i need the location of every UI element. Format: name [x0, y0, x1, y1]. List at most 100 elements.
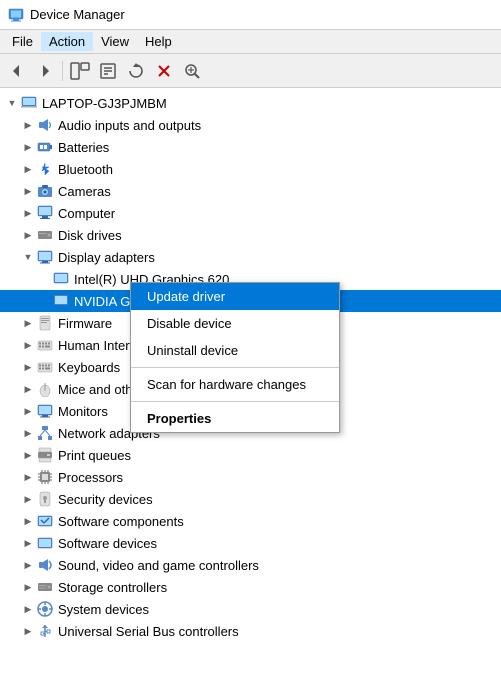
ctx-properties[interactable]: Properties [131, 405, 339, 432]
ctx-scan-changes[interactable]: Scan for hardware changes [131, 371, 339, 398]
expand-icon-firmware: ▶ [20, 315, 36, 331]
expand-icon-softwaredev: ▶ [20, 535, 36, 551]
tree-label-diskdrives: Disk drives [58, 228, 122, 243]
tree-label-batteries: Batteries [58, 140, 109, 155]
tree-label-display: Display adapters [58, 250, 155, 265]
tree-label-usb: Universal Serial Bus controllers [58, 624, 239, 639]
cameras-icon [36, 182, 54, 200]
printqueues-icon [36, 446, 54, 464]
app-icon [8, 7, 24, 23]
laptop-icon [20, 94, 38, 112]
scan-button[interactable] [179, 58, 205, 84]
tree-item-security[interactable]: ▶ Security devices [0, 488, 501, 510]
system-icon [36, 600, 54, 618]
title-text: Device Manager [30, 7, 125, 22]
show-hide-button[interactable] [67, 58, 93, 84]
expand-icon-sound: ▶ [20, 557, 36, 573]
expand-icon-network: ▶ [20, 425, 36, 441]
display-icon [36, 248, 54, 266]
audio-icon [36, 116, 54, 134]
expand-icon-audio: ▶ [20, 117, 36, 133]
menu-view[interactable]: View [93, 32, 137, 51]
expand-icon-bluetooth: ▶ [20, 161, 36, 177]
computer-icon [36, 204, 54, 222]
ctx-sep-1 [131, 367, 339, 368]
softwarecomp-icon [36, 512, 54, 530]
ctx-update-driver[interactable]: Update driver [131, 283, 339, 310]
title-bar: Device Manager [0, 0, 501, 30]
tree-item-sound[interactable]: ▶ Sound, video and game controllers [0, 554, 501, 576]
tree-label-softwaredev: Software devices [58, 536, 157, 551]
menu-action[interactable]: Action [41, 32, 93, 51]
expand-icon-monitors: ▶ [20, 403, 36, 419]
tree-label-printqueues: Print queues [58, 448, 131, 463]
expand-icon-laptop: ▼ [4, 95, 20, 111]
expand-icon-softwarecomp: ▶ [20, 513, 36, 529]
security-icon [36, 490, 54, 508]
tree-item-processors[interactable]: ▶ Proces [0, 466, 501, 488]
tree-item-display[interactable]: ▼ Display adapters [0, 246, 501, 268]
network-icon [36, 424, 54, 442]
tree-item-usb[interactable]: ▶ Universal Serial Bus controllers [0, 620, 501, 642]
ctx-sep-2 [131, 401, 339, 402]
update-button[interactable] [123, 58, 149, 84]
monitors-icon [36, 402, 54, 420]
expand-icon-batteries: ▶ [20, 139, 36, 155]
tree-label-monitors: Monitors [58, 404, 108, 419]
softwaredev-icon [36, 534, 54, 552]
tree-label-security: Security devices [58, 492, 153, 507]
ctx-uninstall-device[interactable]: Uninstall device [131, 337, 339, 364]
forward-button[interactable] [32, 58, 58, 84]
tree-label-laptop: LAPTOP-GJ3PJMBM [42, 96, 167, 111]
storage-icon [36, 578, 54, 596]
tree-label-audio: Audio inputs and outputs [58, 118, 201, 133]
tree-label-keyboards: Keyboards [58, 360, 120, 375]
expand-icon-diskdrives: ▶ [20, 227, 36, 243]
mice-icon [36, 380, 54, 398]
expand-icon-cameras: ▶ [20, 183, 36, 199]
menu-help[interactable]: Help [137, 32, 180, 51]
sound-icon [36, 556, 54, 574]
tree-item-bluetooth[interactable]: ▶ Bluetooth [0, 158, 501, 180]
back-button[interactable] [4, 58, 30, 84]
tree-item-laptop[interactable]: ▼ LAPTOP-GJ3PJMBM [0, 92, 501, 114]
tree-item-system[interactable]: ▶ System devices [0, 598, 501, 620]
tree-label-firmware: Firmware [58, 316, 112, 331]
tree-item-audio[interactable]: ▶ Audio inputs and outputs [0, 114, 501, 136]
tree-item-softwarecomp[interactable]: ▶ Software components [0, 510, 501, 532]
tree-item-softwaredev[interactable]: ▶ Software devices [0, 532, 501, 554]
tree-item-printqueues[interactable]: ▶ Print queues [0, 444, 501, 466]
menu-file[interactable]: File [4, 32, 41, 51]
batteries-icon [36, 138, 54, 156]
tree-label-cameras: Cameras [58, 184, 111, 199]
expand-icon-mice: ▶ [20, 381, 36, 397]
tree-label-storage: Storage controllers [58, 580, 167, 595]
tree-item-batteries[interactable]: ▶ Batteries [0, 136, 501, 158]
tree-item-storage[interactable]: ▶ Storage controllers [0, 576, 501, 598]
tree-label-system: System devices [58, 602, 149, 617]
tree-item-diskdrives[interactable]: ▶ Disk drives [0, 224, 501, 246]
diskdrives-icon [36, 226, 54, 244]
expand-icon-computer: ▶ [20, 205, 36, 221]
uninstall-button[interactable] [151, 58, 177, 84]
expand-icon-system: ▶ [20, 601, 36, 617]
tree-item-computer[interactable]: ▶ Computer [0, 202, 501, 224]
intel-icon [52, 270, 70, 288]
bluetooth-icon [36, 160, 54, 178]
properties-button[interactable] [95, 58, 121, 84]
tree-label-computer: Computer [58, 206, 115, 221]
expand-icon-human: ▶ [20, 337, 36, 353]
toolbar [0, 54, 501, 88]
expand-icon-security: ▶ [20, 491, 36, 507]
nvidia-icon [52, 292, 70, 310]
expand-icon-processors: ▶ [20, 469, 36, 485]
processors-icon [36, 468, 54, 486]
tree-item-cameras[interactable]: ▶ Cameras [0, 180, 501, 202]
human-icon [36, 336, 54, 354]
tree-label-bluetooth: Bluetooth [58, 162, 113, 177]
keyboards-icon [36, 358, 54, 376]
expand-icon-keyboards: ▶ [20, 359, 36, 375]
tree-label-sound: Sound, video and game controllers [58, 558, 259, 573]
ctx-disable-device[interactable]: Disable device [131, 310, 339, 337]
main-panel: ▼ LAPTOP-GJ3PJMBM ▶ Audio inputs and [0, 88, 501, 682]
